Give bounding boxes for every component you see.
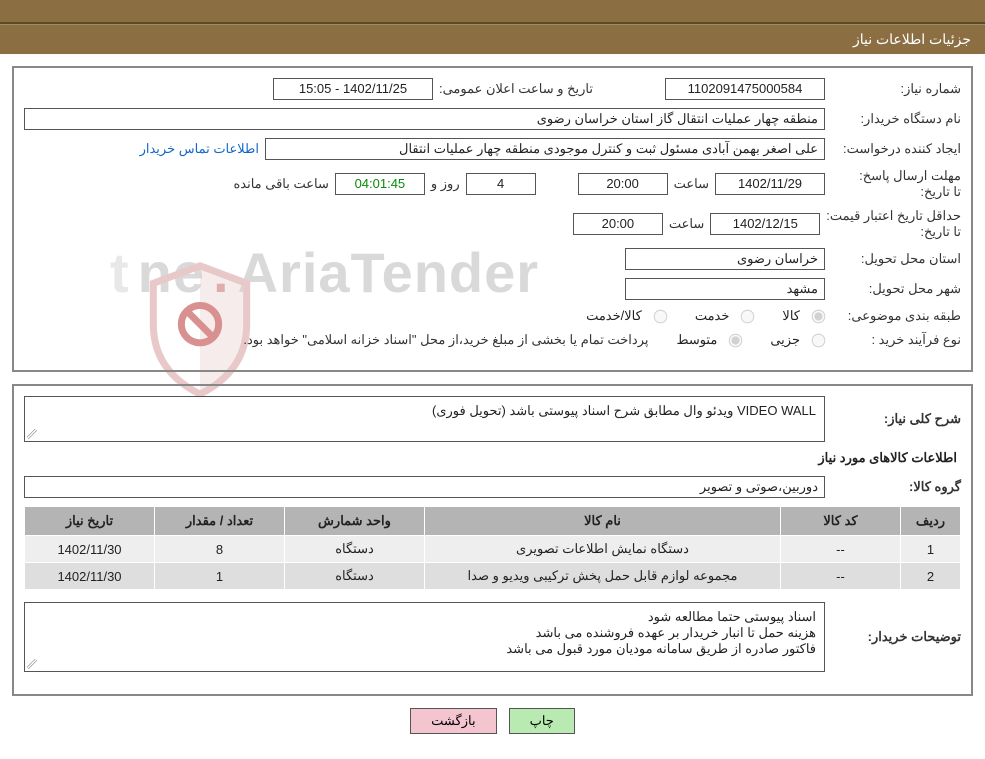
row-price-valid: حداقل تاریخ اعتبار قیمت: تا تاریخ: 1402/… (24, 208, 961, 240)
cell-name: دستگاه نمایش اطلاعات تصویری (425, 536, 781, 563)
radio-service[interactable] (741, 309, 755, 323)
group-label: گروه کالا: (831, 479, 961, 495)
cell-name: مجموعه لوازم قابل حمل پخش ترکیبی ویدیو و… (425, 563, 781, 590)
time-remaining-label: ساعت باقی مانده (233, 176, 328, 192)
city-label: شهر محل تحویل: (831, 281, 961, 297)
cell-code: -- (781, 536, 901, 563)
items-table-header-row: ردیف کد کالا نام کالا واحد شمارش تعداد /… (25, 507, 961, 536)
purchase-type-label: نوع فرآیند خرید : (831, 332, 961, 348)
th-unit: واحد شمارش (285, 507, 425, 536)
days-label: روز و (431, 176, 460, 192)
announce-label: تاریخ و ساعت اعلان عمومی: (439, 81, 593, 97)
cell-row: 1 (901, 536, 961, 563)
radio-goods-label: کالا (782, 308, 800, 324)
buyer-notes-label: توضیحات خریدار: (831, 629, 961, 645)
cell-unit: دستگاه (285, 563, 425, 590)
group-value: دوربین،صوتی و تصویر (24, 476, 825, 498)
radio-goods-service[interactable] (654, 309, 668, 323)
back-button[interactable]: بازگشت (410, 708, 496, 734)
need-no-label: شماره نیاز: (831, 81, 961, 97)
top-divider-band (0, 0, 985, 24)
row-buyer-org: نام دستگاه خریدار: منطقه چهار عملیات انت… (24, 108, 961, 130)
info-frame: شماره نیاز: 1102091475000584 تاریخ و ساع… (12, 66, 973, 372)
radio-medium-label: متوسط (676, 332, 717, 348)
overall-need-label: شرح کلی نیاز: (831, 411, 961, 427)
announce-value: 1402/11/25 - 15:05 (273, 78, 433, 100)
cell-code: -- (781, 563, 901, 590)
cell-qty: 8 (155, 536, 285, 563)
row-buyer-notes: توضیحات خریدار: اسناد پیوستی حتما مطالعه… (24, 602, 961, 672)
answer-time-label: ساعت (674, 176, 709, 192)
radio-goods[interactable] (812, 309, 826, 323)
city-value: مشهد (625, 278, 825, 300)
price-valid-time-value: 20:00 (573, 213, 663, 235)
price-valid-date-value: 1402/12/15 (710, 213, 820, 235)
answer-time-value: 20:00 (578, 173, 668, 195)
table-row: 2 -- مجموعه لوازم قابل حمل پخش ترکیبی وی… (25, 563, 961, 590)
buyer-notes-text[interactable]: اسناد پیوستی حتما مطالعه شود هزینه حمل ت… (24, 602, 825, 672)
row-category: طبقه بندی موضوعی: کالا خدمت کالا/خدمت (24, 308, 961, 324)
price-valid-time-label: ساعت (669, 216, 704, 232)
radio-partial-label: جزیی (770, 332, 800, 348)
button-bar: چاپ بازگشت (0, 708, 985, 734)
province-value: خراسان رضوی (625, 248, 825, 270)
page-title: جزئیات اطلاعات نیاز (853, 31, 971, 47)
buyer-contact-link[interactable]: اطلاعات تماس خریدار (140, 141, 259, 157)
price-valid-label-1: حداقل تاریخ اعتبار قیمت: (826, 208, 961, 223)
page-title-band: جزئیات اطلاعات نیاز (0, 24, 985, 54)
th-date: تاریخ نیاز (25, 507, 155, 536)
items-table: ردیف کد کالا نام کالا واحد شمارش تعداد /… (24, 506, 961, 590)
items-section-header: اطلاعات کالاهای مورد نیاز (28, 450, 957, 466)
buyer-org-value: منطقه چهار عملیات انتقال گاز استان خراسا… (24, 108, 825, 130)
countdown-value: 04:01:45 (335, 173, 425, 195)
purchase-note: پرداخت تمام یا بخشی از مبلغ خرید،از محل … (243, 332, 648, 348)
print-button[interactable]: چاپ (509, 708, 575, 734)
row-answer-deadline: مهلت ارسال پاسخ: تا تاریخ: 1402/11/29 سا… (24, 168, 961, 200)
buyer-org-label: نام دستگاه خریدار: (831, 111, 961, 127)
row-need-no: شماره نیاز: 1102091475000584 تاریخ و ساع… (24, 78, 961, 100)
answer-deadline-label: مهلت ارسال پاسخ: تا تاریخ: (831, 168, 961, 200)
price-valid-label-2: تا تاریخ: (826, 224, 961, 240)
need-frame: شرح کلی نیاز: VIDEO WALL ویدئو وال مطابق… (12, 384, 973, 696)
row-requester: ایجاد کننده درخواست: علی اصغر بهمن آبادی… (24, 138, 961, 160)
answer-date-value: 1402/11/29 (715, 173, 825, 195)
radio-service-label: خدمت (695, 308, 730, 324)
row-purchase-type: نوع فرآیند خرید : جزیی متوسط پرداخت تمام… (24, 332, 961, 348)
cell-date: 1402/11/30 (25, 536, 155, 563)
need-no-value: 1102091475000584 (665, 78, 825, 100)
th-qty: تعداد / مقدار (155, 507, 285, 536)
requester-value: علی اصغر بهمن آبادی مسئول ثبت و کنترل مو… (265, 138, 825, 160)
radio-medium[interactable] (729, 333, 743, 347)
th-name: نام کالا (425, 507, 781, 536)
cell-unit: دستگاه (285, 536, 425, 563)
price-valid-label: حداقل تاریخ اعتبار قیمت: تا تاریخ: (826, 208, 961, 240)
province-label: استان محل تحویل: (831, 251, 961, 267)
requester-label: ایجاد کننده درخواست: (831, 141, 961, 157)
row-province: استان محل تحویل: خراسان رضوی (24, 248, 961, 270)
radio-partial[interactable] (812, 333, 826, 347)
answer-deadline-label-1: مهلت ارسال پاسخ: (859, 168, 961, 183)
cell-row: 2 (901, 563, 961, 590)
th-code: کد کالا (781, 507, 901, 536)
days-remaining-value: 4 (466, 173, 536, 195)
th-row: ردیف (901, 507, 961, 536)
category-label: طبقه بندی موضوعی: (831, 308, 961, 324)
cell-qty: 1 (155, 563, 285, 590)
table-row: 1 -- دستگاه نمایش اطلاعات تصویری دستگاه … (25, 536, 961, 563)
cell-date: 1402/11/30 (25, 563, 155, 590)
row-overall-need: شرح کلی نیاز: VIDEO WALL ویدئو وال مطابق… (24, 396, 961, 442)
row-city: شهر محل تحویل: مشهد (24, 278, 961, 300)
answer-deadline-label-2: تا تاریخ: (831, 184, 961, 200)
radio-goods-service-label: کالا/خدمت (586, 308, 642, 324)
overall-need-text[interactable]: VIDEO WALL ویدئو وال مطابق شرح اسناد پیو… (24, 396, 825, 442)
row-group: گروه کالا: دوربین،صوتی و تصویر (24, 476, 961, 498)
